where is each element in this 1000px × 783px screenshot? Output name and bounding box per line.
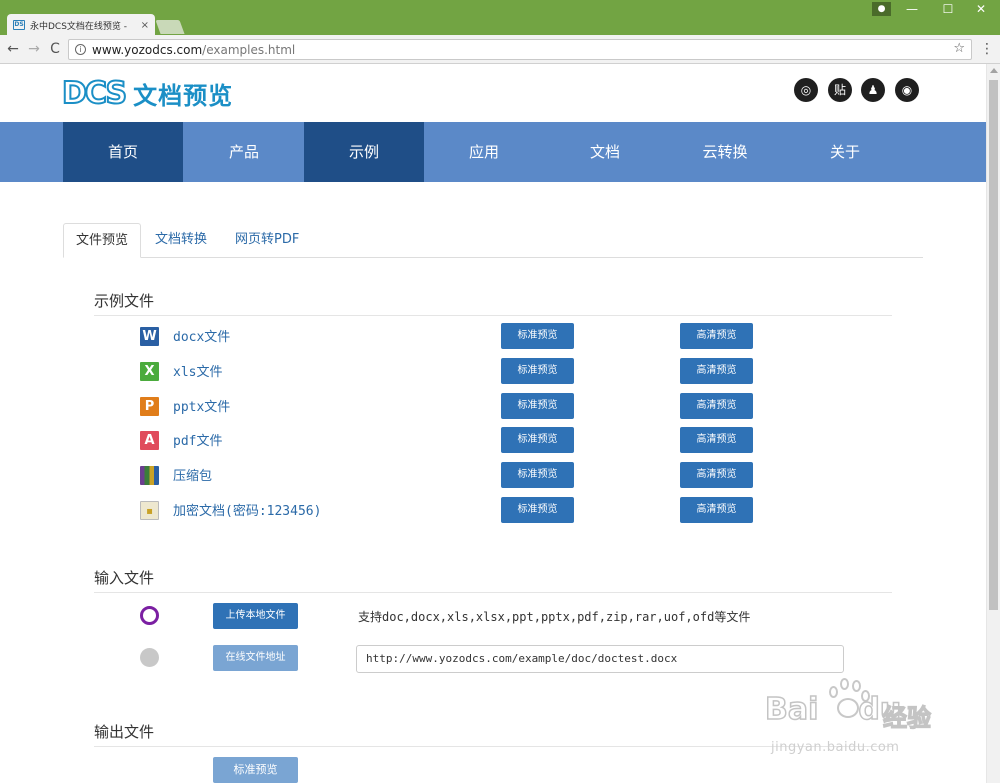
standard-preview-button[interactable]: 标准预览 xyxy=(501,462,574,488)
online-url-radio[interactable] xyxy=(140,648,159,667)
example-label[interactable]: pdf文件 xyxy=(173,430,222,449)
input-section-title: 输入文件 xyxy=(94,567,892,593)
standard-preview-button[interactable]: 标准预览 xyxy=(501,427,574,453)
list-item: A pdf文件 标准预览 高清预览 xyxy=(140,427,760,453)
list-item: 压缩包 标准预览 高清预览 xyxy=(140,462,760,488)
standard-preview-button[interactable]: 标准预览 xyxy=(501,393,574,419)
reload-icon[interactable]: C xyxy=(46,40,64,58)
list-item: ▪ 加密文档(密码:123456) 标准预览 高清预览 xyxy=(140,497,760,523)
back-icon[interactable]: ← xyxy=(4,40,22,58)
hd-preview-button[interactable]: 高清预览 xyxy=(680,497,753,523)
logo-text: 文档预览 xyxy=(133,82,234,110)
tab-web-to-pdf[interactable]: 网页转PDF xyxy=(223,223,311,258)
wechat-icon[interactable]: ◎ xyxy=(794,78,818,102)
scroll-up-icon[interactable] xyxy=(990,68,998,73)
output-standard-preview-button[interactable]: 标准预览 xyxy=(213,757,298,783)
close-icon[interactable]: ✕ xyxy=(966,2,996,18)
list-item: X xls文件 标准预览 高清预览 xyxy=(140,358,760,384)
weibo-icon[interactable]: ◉ xyxy=(895,78,919,102)
tab-doc-convert[interactable]: 文档转换 xyxy=(143,223,219,258)
hd-preview-button[interactable]: 高清预览 xyxy=(680,358,753,384)
pdf-icon: A xyxy=(140,431,159,450)
url-path: /examples.html xyxy=(202,42,296,57)
browser-tab[interactable]: DS 永中DCS文档在线预览 - × xyxy=(7,14,155,36)
tab-file-preview[interactable]: 文件预览 xyxy=(63,223,142,258)
browser-toolbar: ← → C i www.yozodcs.com/examples.html ☆ … xyxy=(0,35,1000,64)
tab-close-icon[interactable]: × xyxy=(141,20,149,31)
browser-titlebar: DS 永中DCS文档在线预览 - × ● — ☐ ✕ xyxy=(0,0,1000,36)
nav-docs[interactable]: 文档 xyxy=(545,122,665,182)
examples-section-title: 示例文件 xyxy=(94,290,892,316)
menu-icon[interactable]: ⋮ xyxy=(980,40,994,58)
list-item: P pptx文件 标准预览 高清预览 xyxy=(140,393,760,419)
watermark-suffix: 经验 xyxy=(882,703,931,732)
address-bar[interactable]: i www.yozodcs.com/examples.html ☆ xyxy=(68,39,972,60)
maximize-icon[interactable]: ☐ xyxy=(933,2,963,18)
standard-preview-button[interactable]: 标准预览 xyxy=(501,323,574,349)
content-tabs: 文件预览 文档转换 网页转PDF xyxy=(63,223,923,258)
upload-local-button[interactable]: 上传本地文件 xyxy=(213,603,298,629)
nav-examples[interactable]: 示例 xyxy=(304,122,424,182)
online-url-button[interactable]: 在线文件地址 xyxy=(213,645,298,671)
example-label[interactable]: xls文件 xyxy=(173,361,222,380)
favicon-icon: DS xyxy=(13,20,25,30)
example-label[interactable]: pptx文件 xyxy=(173,396,230,415)
upload-local-radio[interactable] xyxy=(140,606,159,625)
tieba-icon[interactable]: 贴 xyxy=(828,78,852,102)
word-icon: W xyxy=(140,327,159,346)
new-tab-button[interactable] xyxy=(155,20,185,34)
nav-apps[interactable]: 应用 xyxy=(424,122,544,182)
watermark-url: jingyan.baidu.com xyxy=(771,740,900,755)
nav-products[interactable]: 产品 xyxy=(184,122,304,182)
logo-mark: DCS xyxy=(61,75,128,111)
nav-about[interactable]: 关于 xyxy=(785,122,905,182)
main-nav: 首页 产品 示例 应用 文档 云转换 关于 xyxy=(0,122,986,182)
star-icon[interactable]: ☆ xyxy=(953,41,965,56)
locked-doc-icon: ▪ xyxy=(140,501,159,520)
ppt-icon: P xyxy=(140,397,159,416)
standard-preview-button[interactable]: 标准预览 xyxy=(501,358,574,384)
nav-cloud-convert[interactable]: 云转换 xyxy=(665,122,785,182)
forward-icon[interactable]: → xyxy=(25,40,43,58)
baidu-watermark: Bai du 经验 jingyan.baidu.com xyxy=(764,676,975,776)
archive-icon xyxy=(140,466,159,485)
nav-home[interactable]: 首页 xyxy=(63,122,183,182)
site-logo[interactable]: DCS 文档预览 xyxy=(61,75,234,111)
url-host: www.yozodcs.com xyxy=(92,42,203,57)
support-formats-text: 支持doc,docx,xls,xlsx,ppt,pptx,pdf,zip,rar… xyxy=(358,610,751,624)
user-icon[interactable]: ● xyxy=(872,2,891,16)
hd-preview-button[interactable]: 高清预览 xyxy=(680,393,753,419)
qq-icon[interactable]: ♟ xyxy=(861,78,885,102)
excel-icon: X xyxy=(140,362,159,381)
list-item: W docx文件 标准预览 高清预览 xyxy=(140,323,760,349)
page-scrollbar[interactable] xyxy=(986,64,1000,783)
tab-title: 永中DCS文档在线预览 - xyxy=(30,21,128,32)
info-icon[interactable]: i xyxy=(75,44,86,55)
watermark-brand: Bai du xyxy=(764,691,902,728)
url-input[interactable]: http://www.yozodcs.com/example/doc/docte… xyxy=(356,645,844,673)
site-header: DCS 文档预览 ◎ 贴 ♟ ◉ xyxy=(0,64,986,122)
example-label[interactable]: 压缩包 xyxy=(173,465,212,484)
hd-preview-button[interactable]: 高清预览 xyxy=(680,462,753,488)
hd-preview-button[interactable]: 高清预览 xyxy=(680,323,753,349)
example-label[interactable]: docx文件 xyxy=(173,326,230,345)
minimize-icon[interactable]: — xyxy=(897,2,927,18)
hd-preview-button[interactable]: 高清预览 xyxy=(680,427,753,453)
example-label[interactable]: 加密文档(密码:123456) xyxy=(173,500,321,519)
standard-preview-button[interactable]: 标准预览 xyxy=(501,497,574,523)
scroll-thumb[interactable] xyxy=(989,80,998,610)
